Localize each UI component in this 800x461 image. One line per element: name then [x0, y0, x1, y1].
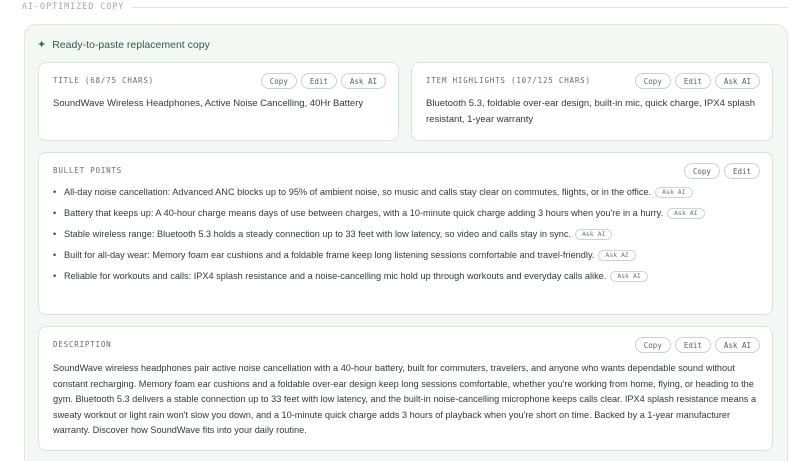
bullet-text: Built for all-day wear: Memory foam ear …	[64, 250, 595, 260]
bullet-item: • Built for all-day wear: Memory foam ear…	[53, 248, 773, 262]
bullet-text: Stable wireless range: Bluetooth 5.3 hol…	[64, 229, 571, 239]
bullet-text: Battery that keeps up: A 40-hour charge …	[64, 208, 664, 218]
title-edit-button[interactable]: Edit	[300, 73, 337, 89]
bullets-edit-button[interactable]: Edit	[723, 163, 760, 179]
description-card-actions: Copy Edit Ask AI	[634, 337, 760, 353]
copy-panel: ✦ Ready-to-paste replacement copy TITLE …	[24, 24, 788, 461]
description-edit-button[interactable]: Edit	[674, 337, 711, 353]
section-divider	[132, 6, 788, 8]
bullet-dot-icon: •	[53, 271, 57, 281]
bullet-dot-icon: •	[53, 250, 57, 260]
bullet-dot-icon: •	[53, 229, 57, 239]
bullet-ask-ai-button[interactable]: Ask AI	[574, 229, 613, 240]
bullet-text: Reliable for workouts and calls: IPX4 sp…	[64, 271, 607, 281]
highlights-card: ITEM HIGHLIGHTS (107/125 CHARS) Copy Edi…	[411, 62, 773, 141]
title-copy-button[interactable]: Copy	[260, 73, 297, 89]
section-heading: AI-OPTIMIZED COPY	[22, 0, 788, 14]
bullet-ask-ai-button[interactable]: Ask AI	[598, 250, 636, 261]
title-card-actions: Copy Edit Ask AI	[260, 73, 386, 89]
bullets-card: BULLET POINTS Copy Edit • All-day noise c…	[38, 152, 773, 315]
bullets-copy-button[interactable]: Copy	[683, 163, 720, 179]
section-label: AI-OPTIMIZED COPY	[22, 2, 125, 12]
description-copy-button[interactable]: Copy	[634, 337, 671, 353]
highlights-card-actions: Copy Edit Ask AI	[634, 73, 760, 89]
highlights-text: Bluetooth 5.3, foldable over-ear design,…	[426, 98, 755, 125]
bullets-card-actions: Copy Edit	[683, 163, 760, 179]
bullet-item: • All-day noise cancellation: Advanced AN…	[53, 185, 773, 199]
description-card-label: DESCRIPTION	[53, 340, 112, 349]
bullet-item: • Battery that keeps up: A 40-hour charge…	[53, 206, 773, 220]
panel-title: ✦ Ready-to-paste replacement copy	[37, 39, 210, 51]
panel-title-text: Ready-to-paste replacement copy	[52, 39, 210, 51]
bullet-list: • All-day noise cancellation: Advanced AN…	[53, 185, 773, 290]
description-text: SoundWave wireless headphones pair activ…	[53, 363, 757, 435]
highlights-copy-button[interactable]: Copy	[634, 73, 671, 89]
bullet-ask-ai-button[interactable]: Ask AI	[610, 271, 648, 282]
bullets-card-label: BULLET POINTS	[53, 166, 123, 175]
description-card: DESCRIPTION Copy Edit Ask AI SoundWave w…	[38, 326, 773, 451]
bullet-text: All-day noise cancellation: Advanced ANC…	[64, 187, 652, 197]
sparkle-icon: ✦	[37, 38, 47, 51]
bullet-dot-icon: •	[53, 208, 57, 218]
title-text: SoundWave Wireless Headphones, Active No…	[53, 98, 364, 109]
bullet-item: • Stable wireless range: Bluetooth 5.3 ho…	[53, 227, 773, 241]
description-ask-ai-button[interactable]: Ask AI	[714, 337, 760, 353]
title-card-label: TITLE (68/75 CHARS)	[53, 76, 154, 85]
bullet-dot-icon: •	[53, 187, 57, 197]
highlights-card-label: ITEM HIGHLIGHTS (107/125 CHARS)	[426, 76, 591, 85]
title-card: TITLE (68/75 CHARS) Copy Edit Ask AI Sou…	[38, 62, 399, 141]
title-ask-ai-button[interactable]: Ask AI	[340, 73, 386, 89]
bullet-ask-ai-button[interactable]: Ask AI	[667, 208, 705, 219]
bullet-item: • Reliable for workouts and calls: IPX4 s…	[53, 269, 773, 283]
highlights-edit-button[interactable]: Edit	[674, 73, 711, 89]
bullet-ask-ai-button[interactable]: Ask AI	[655, 187, 693, 198]
highlights-ask-ai-button[interactable]: Ask AI	[714, 73, 760, 89]
